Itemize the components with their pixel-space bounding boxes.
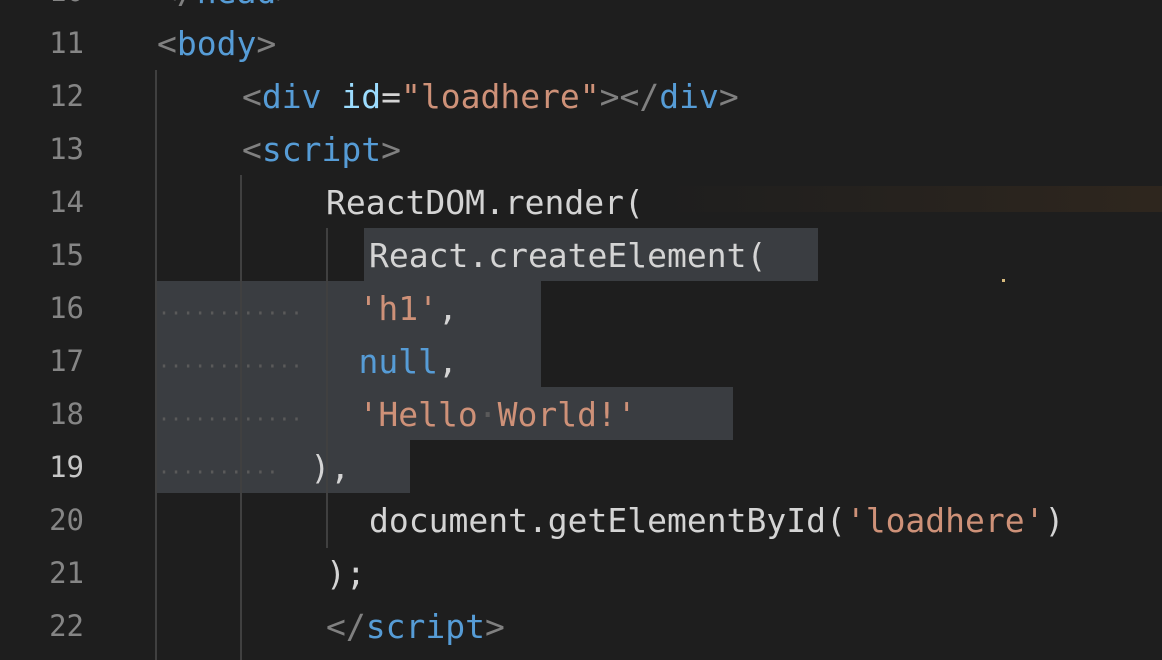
code-token: > <box>718 77 739 116</box>
code-token: div <box>261 77 322 116</box>
code-token: ), <box>310 448 351 487</box>
code-token: < <box>242 130 262 169</box>
code-line[interactable]: document.getElementById('loadhere') <box>369 494 1064 547</box>
whitespace-marker: ·········· <box>158 460 279 484</box>
code-token: script <box>261 130 382 169</box>
code-line[interactable]: </script> <box>326 600 505 653</box>
code-line[interactable]: ··········), <box>158 441 350 494</box>
code-token: < <box>157 24 177 63</box>
code-token: 'h1' <box>358 289 438 328</box>
whitespace-marker: ············ <box>158 407 303 431</box>
code-token: > <box>381 130 401 169</box>
code-token: 'Hello <box>358 395 478 434</box>
code-token: , <box>437 342 458 381</box>
code-line[interactable]: ReactDOM.render( <box>326 176 644 229</box>
code-token: 'loadhere' <box>845 501 1045 540</box>
code-token: ></ <box>599 77 660 116</box>
code-line[interactable]: ); <box>326 547 366 600</box>
code-token: </ <box>157 0 197 11</box>
code-token: body <box>176 24 257 63</box>
code-token: head <box>197 0 276 11</box>
code-token: React.createElement( <box>369 236 767 275</box>
code-line[interactable]: ············ 'h1', <box>158 282 458 335</box>
code-token: document.getElementById( <box>369 501 846 540</box>
code-token: ReactDOM.render( <box>326 183 644 222</box>
code-line[interactable]: ············ 'Hello·World!' <box>158 388 637 441</box>
code-line[interactable]: <script> <box>242 123 401 176</box>
code-token: ); <box>326 554 366 593</box>
code-line[interactable]: <body> <box>157 17 276 70</box>
code-line[interactable]: <div id="loadhere"></div> <box>242 70 739 123</box>
code-editor[interactable]: 10 11 12 13 14 15 16 17 18 19 20 21 22 <… <box>0 0 1162 660</box>
code-line[interactable]: </head> <box>157 0 296 18</box>
cursor-marker <box>1002 279 1005 282</box>
code-token: </ <box>326 607 366 646</box>
code-token: > <box>484 607 505 646</box>
code-line[interactable]: ············ null, <box>158 335 458 388</box>
code-token: World!' <box>497 395 637 434</box>
code-token: · <box>477 395 498 434</box>
code-token: "loadhere" <box>400 77 600 116</box>
code-token: script <box>365 607 485 646</box>
whitespace-marker: ············ <box>158 301 303 325</box>
code-line[interactable]: React.createElement( <box>369 229 766 282</box>
code-token: ) <box>1044 501 1065 540</box>
code-token: , <box>437 289 458 328</box>
whitespace-marker: ············ <box>158 354 303 378</box>
code-token: < <box>242 77 262 116</box>
code-token: > <box>276 0 296 11</box>
code-token: = <box>381 77 401 116</box>
code-token: null <box>358 342 438 381</box>
code-token: div <box>659 77 719 116</box>
code-token: > <box>256 24 277 63</box>
code-token: id <box>341 77 382 116</box>
code-area[interactable]: </head> <body> <div id="loadhere"></div>… <box>0 0 1162 660</box>
